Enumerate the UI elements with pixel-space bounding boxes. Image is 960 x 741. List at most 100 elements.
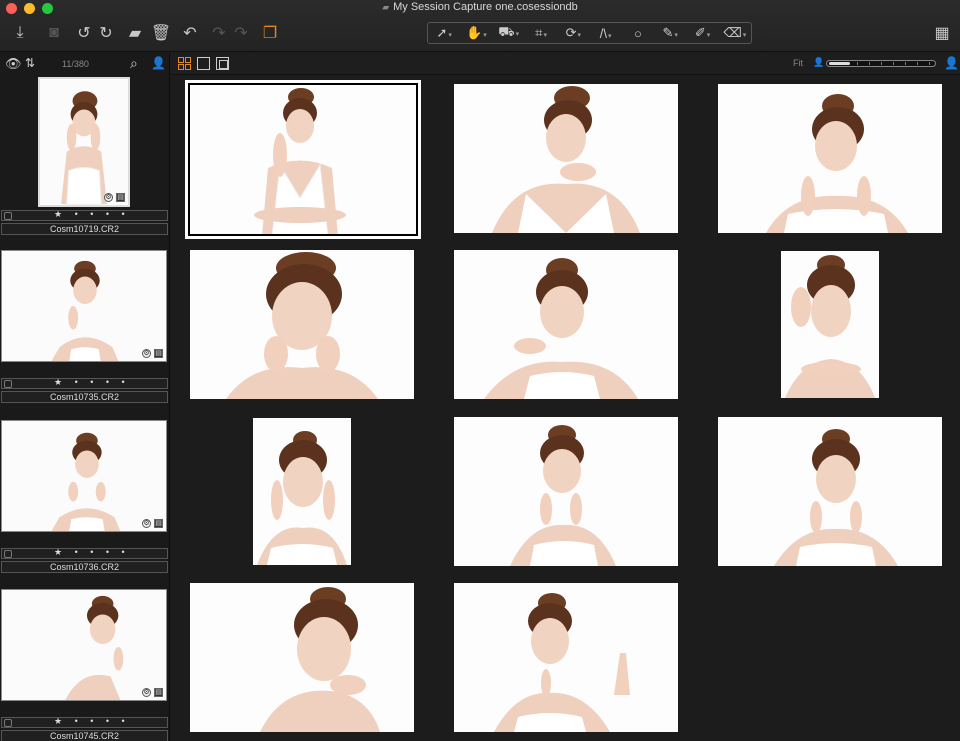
portrait-image — [2, 421, 166, 531]
window-title-text: My Session Capture one.cosessiondb — [393, 1, 578, 13]
undo-icon[interactable]: ↶ — [180, 22, 200, 44]
rotate-right-icon[interactable]: ↻ — [96, 22, 116, 44]
portrait-image — [781, 251, 879, 398]
rating-bar: ★ • • • • — [1, 716, 168, 728]
filename-label: Cosm10745.CR2 — [1, 730, 168, 741]
spot-tool[interactable]: ○ — [622, 26, 654, 41]
filename-label: Cosm10735.CR2 — [1, 391, 168, 403]
star-rating[interactable]: ★ • • • • — [54, 209, 130, 220]
rating-bar: ★ • • • • — [1, 209, 168, 221]
adjustment-icon: ⚙ — [142, 688, 151, 697]
eye-icon[interactable]: 👁 — [5, 56, 22, 72]
portrait-image — [40, 79, 128, 205]
photo-thumbnail[interactable] — [253, 418, 351, 565]
thumbnail-badges: ⚙ ▤ — [142, 349, 163, 358]
search-icon[interactable]: ⌕ — [130, 55, 138, 72]
portrait-image — [718, 417, 942, 566]
select-tool[interactable]: ➚▾ — [428, 25, 460, 41]
photo-thumbnail[interactable] — [454, 417, 678, 566]
crop-tool[interactable]: ⌗▾ — [525, 25, 557, 41]
thumbnail-badges: ⚙ ▤ — [142, 688, 163, 697]
import-icon[interactable]: ⤓ — [10, 22, 30, 44]
large-thumb-icon: 👤 — [944, 56, 959, 70]
erase-tool[interactable]: ⌫▾ — [719, 25, 751, 41]
star-rating[interactable]: ★ • • • • — [54, 377, 130, 388]
viewer-header: Fit 👤 👤 — [171, 53, 960, 75]
trash-icon[interactable]: 🗑 — [151, 22, 171, 44]
rating-bar: ★ • • • • — [1, 547, 168, 559]
photo-thumbnail[interactable] — [190, 583, 414, 732]
raw-file-icon: ▤ — [154, 349, 163, 358]
raw-file-icon: ▤ — [154, 519, 163, 528]
cursor-tools: ➚▾ ✋▾ ⛟▾ ⌗▾ ⟳▾ /\▾ ○ ✎▾ ✐▾ ⌫▾ — [427, 22, 752, 44]
browser-item[interactable]: ⚙ ▤ ★ • • • • Cosm10745.CR2 — [0, 589, 169, 741]
portrait-image — [454, 250, 678, 399]
browser-item[interactable]: ⚙ ▤ ★ • • • • Cosm10735.CR2 — [0, 249, 169, 403]
star-rating[interactable]: ★ • • • • — [54, 547, 130, 558]
photo-thumbnail[interactable] — [781, 251, 879, 398]
raw-file-icon: ▤ — [116, 193, 125, 202]
brush-tool[interactable]: ✎▾ — [654, 25, 686, 41]
adjustment-icon: ⚙ — [142, 349, 151, 358]
straighten-tool[interactable]: /\▾ — [589, 26, 621, 41]
sort-icon[interactable]: ⇅ — [25, 56, 35, 70]
portrait-image — [188, 83, 418, 236]
thumbnail[interactable]: ⚙ ▤ — [38, 77, 130, 207]
folder-move-icon[interactable]: ▰ — [124, 22, 146, 44]
thumbnail[interactable]: ⚙ ▤ — [1, 250, 167, 362]
thumbnail[interactable]: ⚙ ▤ — [1, 589, 167, 701]
zoom-label: Fit — [793, 58, 803, 68]
grid-view-icon[interactable] — [178, 57, 191, 70]
title-bar: ▰ My Session Capture one.cosessiondb ⤓ ◙ … — [0, 0, 960, 52]
photo-thumbnail[interactable] — [718, 417, 942, 566]
rating-bar: ★ • • • • — [1, 377, 168, 389]
star-rating[interactable]: ★ • • • • — [54, 716, 130, 727]
portrait-image — [190, 250, 414, 399]
thumbnail-badges: ⚙ ▤ — [142, 519, 163, 528]
browser-sidebar: 👁 ⇅ 11/380 ⌕ 👤 ⚙ ▤ ★ • • • • Cosm10719.CR… — [0, 53, 170, 741]
photo-thumbnail[interactable] — [185, 80, 421, 239]
select-checkbox[interactable] — [4, 212, 12, 220]
document-proxy-icon: ▰ — [382, 2, 390, 12]
keystone-tool[interactable]: ⛟▾ — [493, 24, 525, 42]
portrait-image — [454, 583, 678, 732]
raw-file-icon: ▤ — [154, 688, 163, 697]
filename-label: Cosm10736.CR2 — [1, 561, 168, 573]
portrait-image — [190, 583, 414, 732]
portrait-image — [2, 590, 166, 700]
slider-ticks — [857, 62, 931, 65]
rotate-left-icon[interactable]: ↺ — [74, 22, 94, 44]
redo-all-icon[interactable]: ↷ — [232, 22, 250, 44]
photo-thumbnail[interactable] — [190, 250, 414, 399]
picker-tool[interactable]: ✐▾ — [686, 25, 718, 41]
photo-thumbnail[interactable] — [454, 84, 678, 233]
user-filter-icon[interactable]: 👤 — [151, 56, 166, 70]
select-checkbox[interactable] — [4, 380, 12, 388]
slider-knob[interactable] — [829, 62, 850, 65]
select-checkbox[interactable] — [4, 550, 12, 558]
image-counter: 11/380 — [62, 59, 89, 69]
browser-header: 👁 ⇅ 11/380 ⌕ 👤 — [0, 53, 169, 75]
browser-item[interactable]: ⚙ ▤ ★ • • • • Cosm10719.CR2 — [0, 75, 169, 235]
redo-icon[interactable]: ↷ — [210, 22, 228, 44]
thumbnail[interactable]: ⚙ ▤ — [1, 420, 167, 532]
select-checkbox[interactable] — [4, 719, 12, 727]
portrait-image — [2, 251, 166, 361]
workspace-layout-icon[interactable]: ▦ — [930, 22, 954, 44]
rotate-tool[interactable]: ⟳▾ — [557, 25, 589, 41]
photo-thumbnail[interactable] — [718, 84, 942, 233]
adjustment-icon: ⚙ — [104, 193, 113, 202]
multi-view-icon[interactable] — [216, 57, 229, 70]
window-title: ▰ My Session Capture one.cosessiondb — [0, 1, 960, 13]
portrait-image — [454, 417, 678, 566]
thumbnail-badges: ⚙ ▤ — [104, 193, 125, 202]
thumbnail-size-slider[interactable] — [826, 60, 936, 67]
stack-icon[interactable]: ❐ — [258, 22, 282, 44]
photo-thumbnail[interactable] — [454, 583, 678, 732]
browser-item[interactable]: ⚙ ▤ ★ • • • • Cosm10736.CR2 — [0, 419, 169, 573]
small-thumb-icon: 👤 — [813, 57, 825, 67]
single-view-icon[interactable] — [197, 57, 210, 70]
photo-thumbnail[interactable] — [454, 250, 678, 399]
hand-tool[interactable]: ✋▾ — [460, 25, 492, 41]
camera-icon[interactable]: ◙ — [43, 22, 65, 44]
